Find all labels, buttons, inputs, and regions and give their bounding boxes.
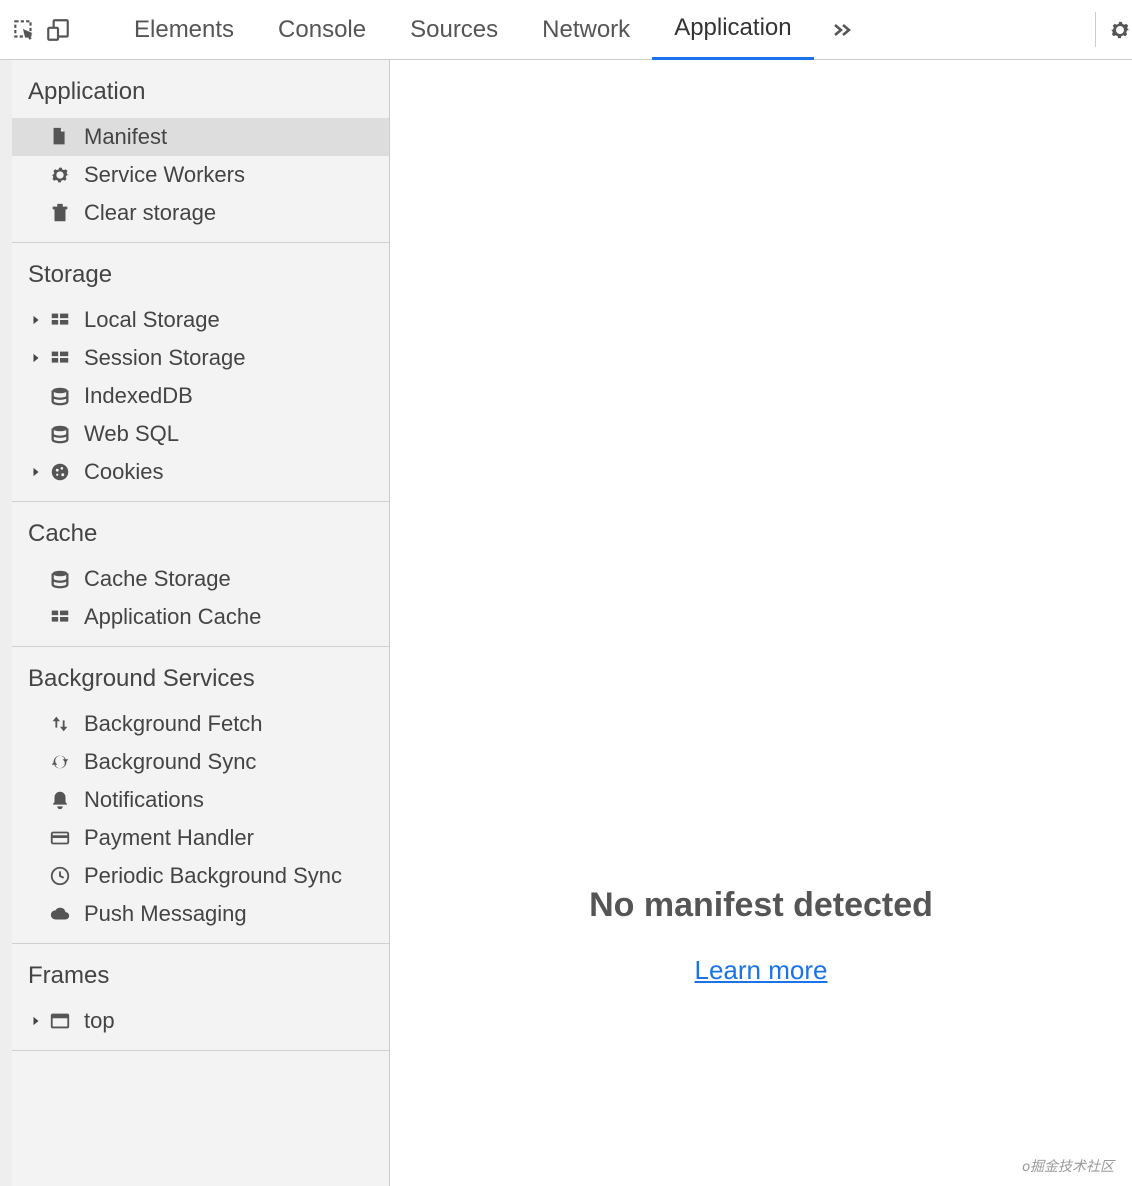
sidebar-item-clear-storage[interactable]: Clear storage [12, 194, 389, 232]
grid-icon [48, 346, 72, 370]
grid-icon [48, 308, 72, 332]
db-icon [48, 384, 72, 408]
tab-application[interactable]: Application [652, 0, 813, 60]
clock-icon [48, 864, 72, 888]
tab-sources[interactable]: Sources [388, 0, 520, 60]
sidebar-item-label: Background Fetch [84, 711, 389, 737]
tab-console[interactable]: Console [256, 0, 388, 60]
sidebar-item-periodic-background-sync[interactable]: Periodic Background Sync [12, 857, 389, 895]
sidebar-item-local-storage[interactable]: Local Storage [12, 301, 389, 339]
inspect-element-icon[interactable] [10, 16, 38, 44]
sidebar-item-manifest[interactable]: Manifest [12, 118, 389, 156]
devtools-toolbar: Elements Console Sources Network Applica… [0, 0, 1132, 60]
sidebar-item-background-sync[interactable]: Background Sync [12, 743, 389, 781]
expand-toggle-icon[interactable] [28, 1014, 44, 1028]
sidebar-item-notifications[interactable]: Notifications [12, 781, 389, 819]
file-icon [48, 125, 72, 149]
bell-icon [48, 788, 72, 812]
sidebar-item-label: Service Workers [84, 162, 389, 188]
sidebar-item-application-cache[interactable]: Application Cache [12, 598, 389, 636]
sidebar-item-session-storage[interactable]: Session Storage [12, 339, 389, 377]
sidebar-item-label: Manifest [84, 124, 389, 150]
settings-icon[interactable] [1108, 18, 1132, 42]
updown-icon [48, 712, 72, 736]
manifest-empty-message: No manifest detected [589, 886, 933, 925]
tab-network[interactable]: Network [520, 0, 652, 60]
trash-icon [48, 201, 72, 225]
main-content: No manifest detected Learn more [390, 60, 1132, 1186]
sidebar-item-label: Clear storage [84, 200, 389, 226]
sidebar-item-label: Web SQL [84, 421, 389, 447]
sidebar-item-payment-handler[interactable]: Payment Handler [12, 819, 389, 857]
sidebar-item-label: Session Storage [84, 345, 389, 371]
learn-more-link[interactable]: Learn more [695, 955, 828, 986]
sidebar-item-label: Cookies [84, 459, 389, 485]
db-icon [48, 422, 72, 446]
sidebar-item-label: top [84, 1008, 389, 1034]
sidebar-item-cookies[interactable]: Cookies [12, 453, 389, 491]
expand-toggle-icon[interactable] [28, 465, 44, 479]
sync-icon [48, 750, 72, 774]
gear-icon [48, 163, 72, 187]
sidebar-item-label: Background Sync [84, 749, 389, 775]
more-tabs-button[interactable] [814, 22, 872, 38]
grid-icon [48, 605, 72, 629]
sidebar-item-label: Notifications [84, 787, 389, 813]
toolbar-right [1095, 0, 1126, 59]
sidebar-item-background-fetch[interactable]: Background Fetch [12, 705, 389, 743]
section-storage: Storage [12, 243, 389, 301]
sidebar-item-cache-storage[interactable]: Cache Storage [12, 560, 389, 598]
card-icon [48, 826, 72, 850]
sidebar-item-label: Payment Handler [84, 825, 389, 851]
expand-toggle-icon[interactable] [28, 313, 44, 327]
toolbar-icons [6, 16, 82, 44]
window-icon [48, 1009, 72, 1033]
sidebar-item-label: IndexedDB [84, 383, 389, 409]
sidebar-item-web-sql[interactable]: Web SQL [12, 415, 389, 453]
sidebar-item-label: Cache Storage [84, 566, 389, 592]
sidebar-item-service-workers[interactable]: Service Workers [12, 156, 389, 194]
sidebar-item-push-messaging[interactable]: Push Messaging [12, 895, 389, 933]
sidebar-item-label: Application Cache [84, 604, 389, 630]
device-toggle-icon[interactable] [44, 16, 72, 44]
separator [1095, 12, 1096, 47]
application-sidebar: Application Manifest Service Workers Clear … [12, 60, 390, 1186]
cookie-icon [48, 460, 72, 484]
cloud-icon [48, 902, 72, 926]
sidebar-item-label: Push Messaging [84, 901, 389, 927]
sidebar-item-indexeddb[interactable]: IndexedDB [12, 377, 389, 415]
expand-toggle-icon[interactable] [28, 351, 44, 365]
section-cache: Cache [12, 502, 389, 560]
sidebar-item-label: Periodic Background Sync [84, 863, 389, 889]
tab-elements[interactable]: Elements [112, 0, 256, 60]
sidebar-item-label: Local Storage [84, 307, 389, 333]
db-icon [48, 567, 72, 591]
tab-strip: Elements Console Sources Network Applica… [112, 0, 814, 60]
section-background-services: Background Services [12, 647, 389, 705]
section-frames: Frames [12, 944, 389, 1002]
section-application: Application [12, 60, 389, 118]
sidebar-item-top[interactable]: top [12, 1002, 389, 1040]
watermark: o掘金技术社区 [1022, 1156, 1114, 1176]
